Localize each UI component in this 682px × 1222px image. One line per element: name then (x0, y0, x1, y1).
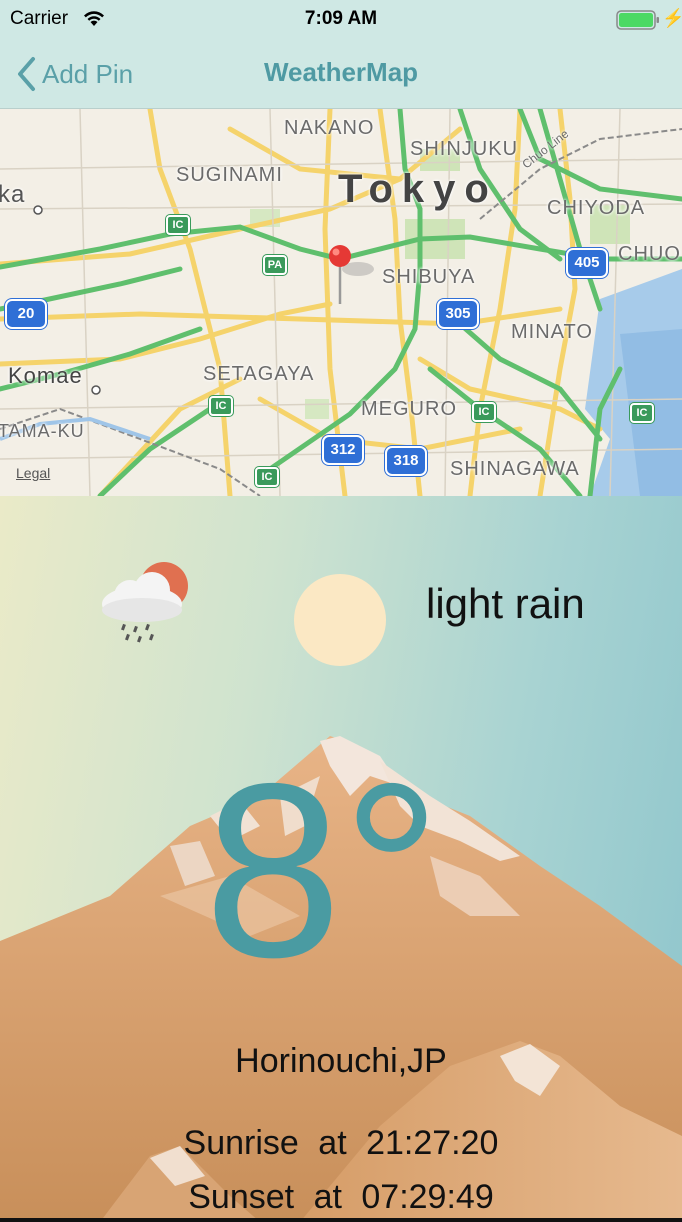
screen-bottom-edge (0, 1218, 682, 1222)
location-label: Horinouchi,JP (235, 1042, 447, 1080)
map-label-shinjuku: SHINJUKU (410, 138, 519, 160)
sunrise-row: Sunrise at 21:27:20 (0, 1124, 682, 1163)
route-shield-405: 405 (566, 248, 608, 278)
route-shield-318: 318 (385, 446, 427, 476)
sunrise-time: 21:27:20 (366, 1124, 499, 1162)
map-label-setagaya: SETAGAYA (203, 363, 315, 385)
location-pin-icon (329, 245, 351, 304)
navigation-bar: Add Pin WeatherMap (0, 40, 682, 109)
cloud-rain-sun-icon (102, 562, 188, 643)
map-label-komae: Komae (8, 363, 83, 388)
weather-description: light rain (426, 580, 585, 627)
route-shield-20: 20 (5, 299, 47, 329)
sunset-time: 07:29:49 (361, 1178, 494, 1216)
map-label-nakano: NAKANO (284, 117, 375, 139)
map-city-label: Tokyo (338, 167, 498, 211)
ic-badge: IC (630, 403, 654, 423)
clock: 7:09 AM (304, 8, 378, 29)
battery-icon (616, 10, 660, 35)
sunset-at: at (313, 1178, 342, 1216)
map-label-chiyoda: CHIYODA (547, 197, 646, 219)
charging-icon: ⚡ (662, 8, 682, 28)
map-legal-link[interactable]: Legal (16, 465, 50, 481)
map-label-ka: ka (0, 181, 26, 208)
ic-badge: IC (209, 396, 233, 416)
route-shield-312: 312 (322, 435, 364, 465)
ic-badge: IC (255, 467, 279, 487)
temperature-value: 8° (204, 731, 442, 1009)
sun-icon (294, 574, 386, 666)
sunset-row: Sunset at 07:29:49 (0, 1178, 682, 1217)
route-shield-305: 305 (437, 299, 479, 329)
map-label-suginami: SUGINAMI (176, 164, 283, 186)
sunrise-label: Sunrise (183, 1124, 299, 1162)
status-bar: Carrier 7:09 AM ⚡ (0, 0, 682, 40)
map-label-tama-ku: TAMA-KU (0, 421, 85, 441)
map-label-shinagawa: SHINAGAWA (450, 458, 580, 480)
map-label-meguro: MEGURO (361, 398, 457, 420)
ic-badge: IC (472, 402, 496, 422)
weather-panel: light rain 8° Horinouchi,JP Sunrise at 2… (0, 496, 682, 1222)
nav-title: WeatherMap (263, 57, 419, 87)
map-view[interactable]: ka NAKANO SHINJUKU SUGINAMI Tokyo CHIYOD… (0, 109, 682, 496)
pa-badge: PA (263, 255, 287, 275)
map-label-shibuya: SHIBUYA (382, 266, 476, 288)
sunset-label: Sunset (188, 1178, 295, 1216)
app-screen: Carrier 7:09 AM ⚡ Add Pin WeatherMap ka … (0, 0, 682, 1222)
sunrise-at: at (318, 1124, 347, 1162)
ic-badge: IC (166, 215, 190, 235)
map-label-minato: MINATO (511, 321, 593, 343)
map-label-chuo: CHUO (618, 243, 681, 265)
